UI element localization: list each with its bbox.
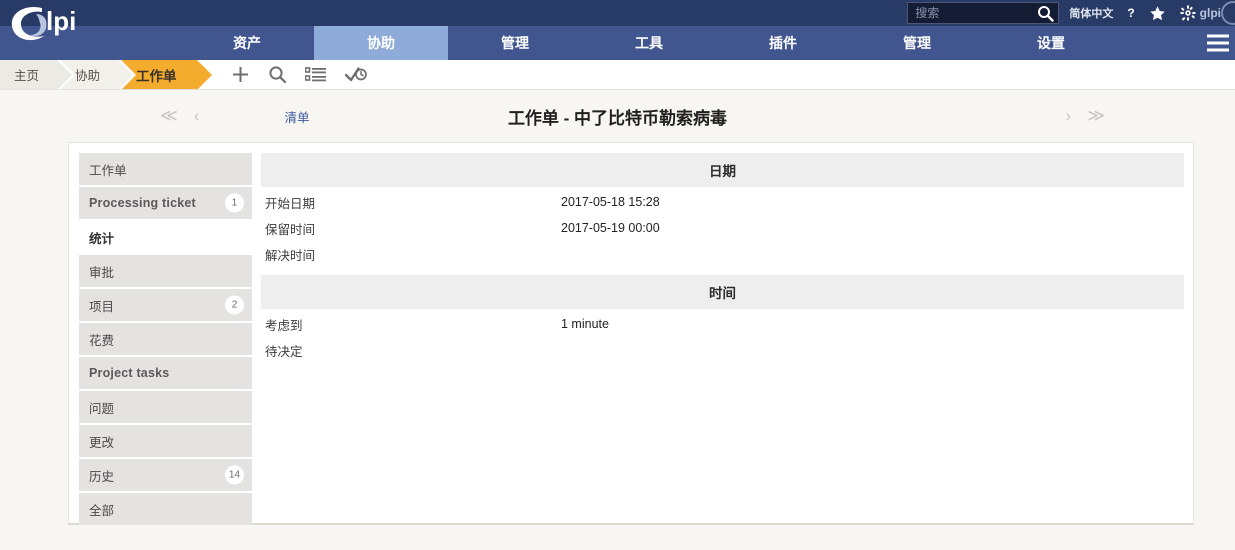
- sidebar-item-label: 统计: [89, 231, 115, 246]
- table-row: 解决时间: [261, 241, 1184, 267]
- list-link[interactable]: 清单: [284, 107, 309, 126]
- sidebar-item-project[interactable]: 项目 2: [79, 289, 252, 321]
- nav-item-management[interactable]: 管理: [448, 26, 582, 60]
- row-value: 2017-05-19 00:00: [561, 221, 660, 235]
- sidebar-item-label: 问题: [89, 401, 115, 416]
- sidebar-item-label: 历史: [89, 469, 115, 484]
- nav-item-assistance[interactable]: 协助: [314, 26, 448, 60]
- row-value: 2017-05-18 15:28: [561, 195, 660, 209]
- help-icon[interactable]: ?: [1127, 6, 1134, 20]
- record-navigation-bar: ≪ ‹ 清单 工作单 - 中了比特币勒索病毒 › ≫: [0, 90, 1235, 142]
- row-label: 开始日期: [265, 196, 316, 211]
- row-label: 待决定: [265, 344, 303, 359]
- nav-item-administration[interactable]: 管理: [850, 26, 984, 60]
- section-header-dates: 日期: [261, 153, 1184, 187]
- glpi-logo[interactable]: lpi: [6, 2, 116, 50]
- check-clock-icon[interactable]: [344, 66, 367, 84]
- svg-text:lpi: lpi: [46, 6, 76, 36]
- first-record-button[interactable]: ≪: [160, 106, 178, 126]
- statistics-tables: 日期 开始日期 2017-05-18 15:28 保留时间 2017-05-19…: [261, 153, 1184, 523]
- sidebar-item-label: 审批: [89, 265, 115, 280]
- ticket-side-menu: 工作单 Processing ticket 1 统计 审批 项目 2 花费 Pr…: [79, 153, 252, 525]
- list-icon[interactable]: [304, 66, 327, 83]
- hamburger-icon[interactable]: [1207, 34, 1229, 52]
- section-rows-times: 考虑到 1 minute 待决定: [261, 309, 1184, 363]
- sidebar-item-approval[interactable]: 审批: [79, 255, 252, 287]
- language-selector[interactable]: 简体中文: [1069, 5, 1113, 21]
- sidebar-item-processing-ticket[interactable]: Processing ticket 1: [79, 187, 252, 219]
- breadcrumb: 主页 协助 工作单: [0, 60, 1235, 90]
- top-bar: lpi 简体中文 ?: [0, 0, 1235, 41]
- sidebar-item-project-tasks[interactable]: Project tasks: [79, 357, 252, 389]
- sidebar-item-history[interactable]: 历史 14: [79, 459, 252, 491]
- username-label[interactable]: glpi: [1200, 6, 1221, 20]
- next-record-button[interactable]: ›: [1066, 106, 1072, 126]
- sidebar-item-change[interactable]: 更改: [79, 425, 252, 457]
- nav-item-tools[interactable]: 工具: [582, 26, 716, 60]
- nav-item-assets[interactable]: 资产: [180, 26, 314, 60]
- content-panel: 工作单 Processing ticket 1 统计 审批 项目 2 花费 Pr…: [68, 142, 1194, 525]
- last-record-button[interactable]: ≫: [1087, 106, 1105, 126]
- row-label: 解决时间: [265, 248, 316, 263]
- sidebar-item-badge: 2: [225, 295, 244, 315]
- main-navigation: 资产 协助 管理 工具 插件 管理 设置: [0, 26, 1235, 60]
- table-row: 考虑到 1 minute: [261, 311, 1184, 337]
- search-icon[interactable]: [268, 65, 287, 84]
- sidebar-item-label: 全部: [89, 503, 115, 518]
- sidebar-item-label: 工作单: [89, 163, 127, 178]
- search-box[interactable]: [907, 2, 1060, 24]
- sidebar-item-badge: 1: [225, 193, 244, 213]
- add-icon[interactable]: [231, 65, 250, 84]
- sidebar-item-cost[interactable]: 花费: [79, 323, 252, 355]
- record-nav-left: ≪ ‹: [160, 106, 199, 126]
- sidebar-item-badge: 14: [224, 465, 244, 485]
- table-row: 待决定: [261, 337, 1184, 363]
- avatar[interactable]: [1221, 1, 1235, 25]
- row-value: 1 minute: [561, 317, 609, 331]
- gear-icon[interactable]: glpi: [1180, 5, 1221, 21]
- nav-item-plugins[interactable]: 插件: [716, 26, 850, 60]
- row-label: 保留时间: [265, 222, 316, 237]
- table-row: 保留时间 2017-05-19 00:00: [261, 215, 1184, 241]
- sidebar-item-label: Project tasks: [89, 366, 170, 380]
- breadcrumb-actions: [231, 60, 367, 89]
- section-rows-dates: 开始日期 2017-05-18 15:28 保留时间 2017-05-19 00…: [261, 187, 1184, 267]
- record-nav-right: › ≫: [1066, 106, 1105, 126]
- sidebar-item-label: 更改: [89, 435, 115, 450]
- sidebar-item-statistics[interactable]: 统计: [79, 221, 252, 253]
- favorite-star-icon[interactable]: [1149, 5, 1166, 22]
- section-header-times: 时间: [261, 275, 1184, 309]
- sidebar-item-label: Processing ticket: [89, 196, 196, 210]
- sidebar-item-problem[interactable]: 问题: [79, 391, 252, 423]
- breadcrumb-item-home[interactable]: 主页: [0, 60, 76, 90]
- search-input[interactable]: [908, 3, 1059, 23]
- sidebar-item-all[interactable]: 全部: [79, 493, 252, 525]
- nav-item-setup[interactable]: 设置: [984, 26, 1118, 60]
- sidebar-item-label: 花费: [89, 333, 115, 348]
- table-row: 开始日期 2017-05-18 15:28: [261, 189, 1184, 215]
- sidebar-item-ticket[interactable]: 工作单: [79, 153, 252, 185]
- sidebar-item-label: 项目: [89, 299, 115, 314]
- previous-record-button[interactable]: ‹: [194, 106, 200, 126]
- row-label: 考虑到: [265, 318, 303, 333]
